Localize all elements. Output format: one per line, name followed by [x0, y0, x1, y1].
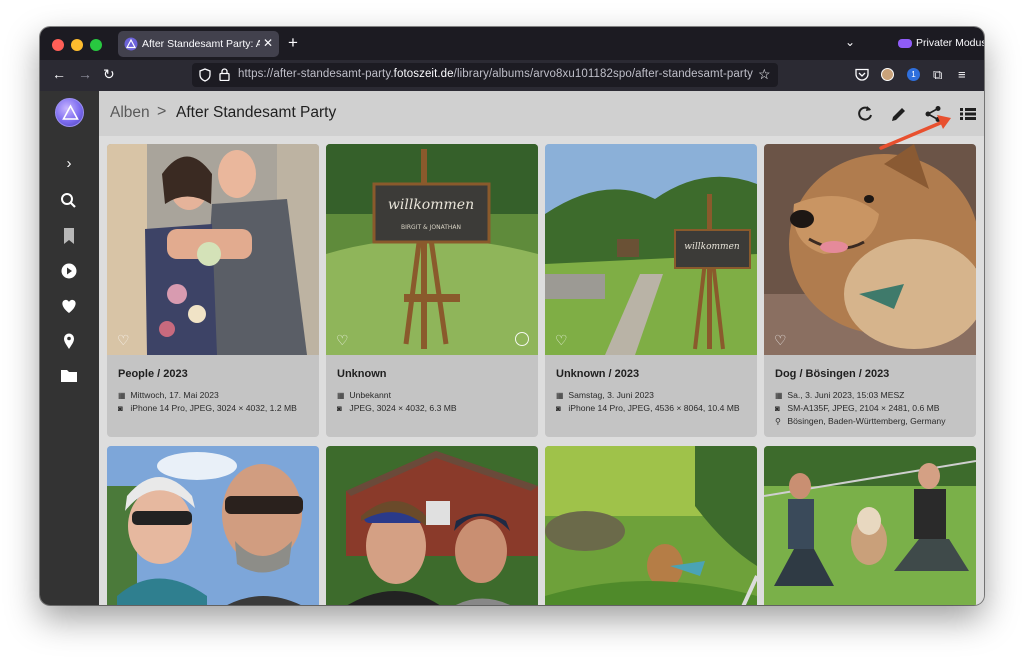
card-title: Unknown [337, 368, 387, 380]
camera-icon: ◙ [556, 404, 561, 413]
edit-icon[interactable] [889, 104, 909, 124]
sign-text-names: BIRGIT & JONATHAN [401, 224, 461, 231]
photo-thumbnail-selfie-cabin[interactable] [326, 446, 538, 605]
calendar-icon: ▦ [118, 391, 126, 400]
card-location: ⚲ Bösingen, Baden-Württemberg, Germany [775, 416, 946, 426]
card-date: ▦ Unbekannt [337, 390, 391, 400]
shield-icon[interactable] [199, 68, 211, 82]
back-icon[interactable]: ← [52, 66, 66, 82]
minimize-window-button[interactable] [71, 39, 83, 51]
close-window-button[interactable] [52, 39, 64, 51]
app-toolbar: Alben > After Standesamt Party [99, 91, 984, 136]
card-info: ◙ JPEG, 3024 × 4032, 6.3 MB [337, 403, 457, 413]
lock-icon[interactable] [219, 68, 230, 81]
breadcrumb-albums-link[interactable]: Alben [110, 104, 150, 122]
select-circle-icon[interactable] [515, 332, 529, 346]
browser-window: After Standesamt Party: After St ✕ + ⌄ P… [40, 27, 984, 605]
photo-card[interactable]: ♡ Dog / Bösingen / 2023 ▦ Sa., 3. Juni 2… [764, 144, 976, 437]
calendar-icon: ▦ [337, 391, 345, 400]
card-title: Dog / Bösingen / 2023 [775, 368, 890, 380]
sign-text-willkommen: willkommen [388, 197, 474, 213]
page-title: After Standesamt Party [176, 104, 337, 121]
camera-icon: ◙ [337, 404, 342, 413]
photo-card[interactable]: willkommen ♡ Unknown / 2023 ▦ Samstag, 3… [545, 144, 757, 437]
card-info: ◙ SM-A135F, JPEG, 2104 × 2481, 0.6 MB [775, 403, 940, 413]
photo-card[interactable] [326, 446, 538, 605]
maximize-window-button[interactable] [90, 39, 102, 51]
private-mask-icon [898, 38, 912, 48]
url-bar[interactable]: https://after-standesamt-party.fotoszeit… [192, 63, 778, 87]
card-date: ▦ Samstag, 3. Juni 2023 [556, 390, 654, 400]
photo-thumbnail-dog-closeup[interactable] [764, 144, 976, 355]
favorite-heart-icon[interactable]: ♡ [336, 332, 349, 349]
photoprism-favicon-icon [124, 37, 138, 51]
card-date: ▦ Sa., 3. Juni 2023, 15:03 MESZ [775, 390, 905, 400]
bookmark-icon[interactable] [57, 226, 81, 246]
reload-icon[interactable]: ↻ [103, 66, 115, 83]
sign-text-willkommen-small: willkommen [684, 242, 740, 252]
private-mode-indicator: Privater Modus [898, 37, 984, 49]
favorite-heart-icon[interactable]: ♡ [774, 332, 787, 349]
photo-thumbnail-selfie-couple[interactable] [107, 446, 319, 605]
photo-thumbnail-sign-on-path[interactable]: willkommen [545, 144, 757, 355]
photo-thumbnail-people-with-dog[interactable] [764, 446, 976, 605]
app-logo[interactable] [55, 98, 84, 127]
account-avatar[interactable] [881, 68, 894, 81]
photo-card[interactable] [545, 446, 757, 605]
password-manager-icon[interactable]: 1 [907, 68, 920, 81]
photo-card[interactable] [764, 446, 976, 605]
calendar-icon: ▦ [556, 391, 564, 400]
favorite-heart-icon[interactable]: ♡ [555, 332, 568, 349]
camera-icon: ◙ [775, 404, 780, 413]
bookmark-star-icon[interactable]: ☆ [758, 66, 771, 83]
private-mode-label: Privater Modus [916, 37, 984, 49]
list-view-icon[interactable] [958, 104, 978, 124]
pocket-icon[interactable] [855, 68, 869, 81]
calendar-icon: ▦ [775, 391, 783, 400]
camera-icon: ◙ [118, 404, 123, 413]
navigation-bar: ← → ↻ https://after-standesamt-party.fot… [40, 60, 984, 91]
play-icon[interactable] [57, 261, 81, 281]
new-tab-icon[interactable]: + [288, 33, 298, 53]
share-icon[interactable] [923, 104, 943, 124]
extensions-icon[interactable]: ⧉ [933, 67, 942, 83]
photo-thumbnail-dog-in-grass[interactable] [545, 446, 757, 605]
folder-icon[interactable] [57, 366, 81, 386]
photo-card[interactable]: ♡ People / 2023 ▦ Mittwoch, 17. Mai 2023… [107, 144, 319, 437]
active-tab[interactable]: After Standesamt Party: After St ✕ [118, 31, 279, 57]
photo-grid: ♡ People / 2023 ▦ Mittwoch, 17. Mai 2023… [99, 136, 984, 605]
favorite-heart-icon[interactable]: ♡ [117, 332, 130, 349]
close-tab-icon[interactable]: ✕ [263, 36, 273, 50]
card-info: ◙ iPhone 14 Pro, JPEG, 3024 × 4032, 1.2 … [118, 403, 297, 413]
url-text: https://after-standesamt-party.fotoszeit… [238, 68, 753, 80]
menu-icon[interactable]: ≡ [958, 67, 966, 82]
photo-thumbnail-couple-rings[interactable] [107, 144, 319, 355]
location-pin-icon: ⚲ [775, 417, 781, 426]
photo-card[interactable] [107, 446, 319, 605]
card-date: ▦ Mittwoch, 17. Mai 2023 [118, 390, 219, 400]
card-title: People / 2023 [118, 368, 188, 380]
sidebar: › [40, 91, 99, 605]
logo-triangle-icon [62, 104, 79, 120]
location-pin-icon[interactable] [57, 331, 81, 351]
card-title: Unknown / 2023 [556, 368, 640, 380]
card-info: ◙ iPhone 14 Pro, JPEG, 4536 × 8064, 10.4… [556, 403, 740, 413]
photo-card[interactable]: willkommen BIRGIT & JONATHAN ♡ Unknown ▦… [326, 144, 538, 437]
photo-thumbnail-welcome-sign[interactable]: willkommen BIRGIT & JONATHAN [326, 144, 538, 355]
heart-icon[interactable] [57, 296, 81, 316]
tab-strip: After Standesamt Party: After St ✕ + ⌄ P… [40, 27, 984, 60]
tab-title: After Standesamt Party: After St [142, 38, 260, 50]
breadcrumb-separator: > [157, 103, 167, 120]
search-icon[interactable] [57, 191, 81, 211]
chevron-right-icon[interactable]: › [57, 155, 81, 175]
forward-icon[interactable]: → [78, 66, 92, 82]
refresh-icon[interactable] [855, 104, 875, 124]
chevron-down-icon[interactable]: ⌄ [845, 35, 855, 49]
